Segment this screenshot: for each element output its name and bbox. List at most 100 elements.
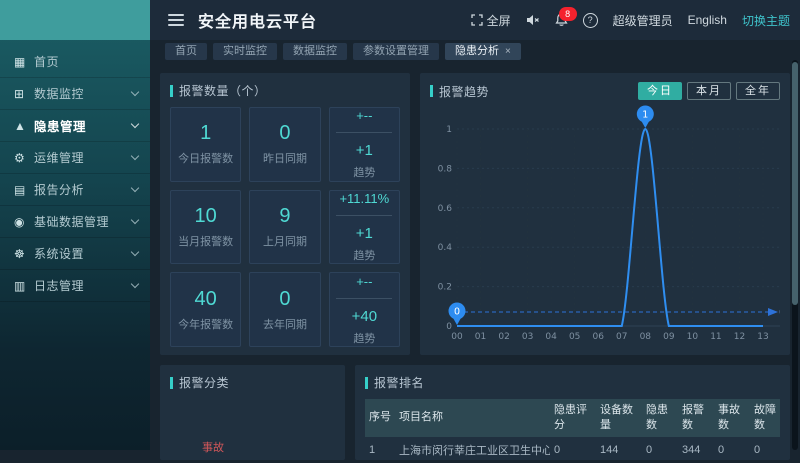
sidebar-menu: ▦ 首页 ⊞ 数据监控 ▲ 隐患管理 ⚙ 运维管理 ▤ 报告分析 ◉ 基础数据管… (0, 40, 150, 302)
help-button[interactable]: ? (583, 13, 598, 28)
sidebar-item-label: 基础数据管理 (34, 213, 132, 230)
alarm-trend-line-chart[interactable]: 00.20.40.60.8100010203040506070809101112… (430, 104, 780, 344)
stat-value: 40 (195, 288, 217, 311)
col-header-accident-count: 事故数 (714, 399, 750, 437)
panel-title: 报警趋势 (430, 83, 489, 100)
settings-icon: ☸ (14, 247, 34, 261)
range-button-month[interactable]: 本月 (687, 82, 731, 100)
theme-switch-link[interactable]: 切换主题 (742, 12, 790, 29)
sidebar-item-system-settings[interactable]: ☸ 系统设置 (0, 238, 150, 270)
menu-collapse-icon[interactable] (168, 14, 184, 26)
svg-text:1: 1 (642, 110, 648, 121)
svg-text:0.2: 0.2 (438, 283, 452, 293)
scrollbar-thumb[interactable] (792, 62, 798, 305)
panel-title: 报警分类 (170, 374, 335, 391)
tab-realtime-monitor[interactable]: 实时监控 (213, 43, 277, 60)
stat-label: 趋势 (353, 247, 375, 263)
panel-title-text: 报警分类 (179, 374, 229, 391)
chevron-down-icon (131, 184, 139, 192)
tab-home[interactable]: 首页 (165, 43, 207, 60)
tab-hidden-danger-analysis[interactable]: 隐患分析× (445, 43, 521, 60)
tab-bar: 首页 实时监控 数据监控 参数设置管理 隐患分析× (150, 40, 800, 62)
stat-label: 趋势 (353, 330, 375, 346)
chevron-down-icon (131, 120, 139, 128)
stat-label: 趋势 (353, 164, 375, 180)
sidebar-item-ops-manage[interactable]: ⚙ 运维管理 (0, 142, 150, 174)
col-header-project-name: 项目名称 (395, 399, 550, 437)
trend-top-value: +-- (356, 274, 372, 289)
col-header-fault-count: 故障数 (750, 399, 780, 437)
svg-text:06: 06 (593, 332, 605, 342)
scrollbar-track[interactable] (792, 60, 798, 450)
sidebar-item-log-manage[interactable]: ▥ 日志管理 (0, 270, 150, 302)
range-button-today[interactable]: 今日 (638, 82, 682, 100)
stat-label: 上月同期 (263, 233, 307, 249)
top-header: 安全用电云平台 全屏 8 ? (150, 0, 800, 40)
sidebar-item-base-data[interactable]: ◉ 基础数据管理 (0, 206, 150, 238)
language-switch[interactable]: English (688, 13, 727, 27)
trend-top-value: +-- (356, 108, 372, 123)
alarm-rank-table: 序号 项目名称 隐患评分 设备数量 隐患数 报警数 事故数 故障数 1 上海市闵… (365, 399, 780, 463)
stat-label: 当月报警数 (178, 233, 233, 249)
stat-card-month-trend: +11.11% +1 趋势 (329, 190, 400, 265)
notifications-button[interactable]: 8 (555, 13, 568, 27)
sidebar-item-report-analysis[interactable]: ▤ 报告分析 (0, 174, 150, 206)
sidebar-item-data-monitor[interactable]: ⊞ 数据监控 (0, 78, 150, 110)
stat-card-year-trend: +-- +40 趋势 (329, 272, 400, 347)
chevron-down-icon (131, 248, 139, 256)
user-menu[interactable]: 超级管理员 (613, 12, 673, 29)
pie-label-accident: 事故 (202, 439, 224, 455)
col-header-alarm-count: 报警数 (678, 399, 714, 437)
range-button-year[interactable]: 全年 (736, 82, 780, 100)
alarm-trend-panel: 报警趋势 今日 本月 全年 00.20.40.60.81000102030405… (420, 73, 790, 355)
svg-text:00: 00 (451, 332, 463, 342)
tab-param-settings[interactable]: 参数设置管理 (353, 43, 439, 60)
panel-title: 报警数量（个） (170, 82, 400, 99)
stat-label: 去年同期 (263, 316, 307, 332)
stat-value: 9 (279, 205, 290, 228)
tab-data-monitor[interactable]: 数据监控 (283, 43, 347, 60)
svg-text:11: 11 (710, 332, 721, 342)
sidebar-item-home[interactable]: ▦ 首页 (0, 46, 150, 78)
svg-text:13: 13 (757, 332, 768, 342)
sidebar-item-label: 首页 (34, 53, 138, 70)
stat-label: 今年报警数 (178, 316, 233, 332)
col-header-danger-score: 隐患评分 (550, 399, 596, 437)
home-icon: ▦ (14, 55, 34, 69)
svg-text:04: 04 (545, 332, 557, 342)
stat-value: 0 (279, 288, 290, 311)
range-button-group: 今日 本月 全年 (638, 82, 780, 100)
tab-label: 实时监控 (223, 45, 267, 57)
divider (336, 298, 392, 299)
panel-title-text: 报警趋势 (439, 83, 489, 100)
language-label: English (688, 13, 727, 27)
speaker-muted-icon (526, 14, 540, 26)
tab-label: 首页 (175, 45, 197, 57)
chevron-down-icon (131, 280, 139, 288)
question-icon: ? (583, 13, 598, 28)
tab-label: 参数设置管理 (363, 45, 429, 57)
close-icon[interactable]: × (505, 46, 511, 57)
trend-bottom-value: +1 (356, 225, 373, 242)
stat-card-year: 40 今年报警数 (170, 272, 241, 347)
warning-triangle-icon: ▲ (14, 119, 34, 133)
svg-text:12: 12 (734, 332, 745, 342)
mute-button[interactable] (526, 14, 540, 26)
svg-text:03: 03 (522, 332, 533, 342)
panel-title: 报警排名 (365, 374, 780, 391)
sidebar-item-label: 运维管理 (34, 149, 132, 166)
fullscreen-button[interactable]: 全屏 (471, 12, 511, 29)
username-label: 超级管理员 (613, 12, 673, 29)
svg-text:0: 0 (779, 308, 780, 318)
stat-value: 0 (279, 122, 290, 145)
col-header-index: 序号 (365, 399, 395, 437)
alarm-category-panel: 报警分类 事故 (160, 365, 345, 460)
chevron-down-icon (131, 152, 139, 160)
fullscreen-icon (471, 14, 483, 26)
svg-text:0: 0 (446, 322, 452, 332)
col-header-device-count: 设备数量 (596, 399, 642, 437)
svg-text:09: 09 (663, 332, 675, 342)
sidebar-item-hidden-danger[interactable]: ▲ 隐患管理 (0, 110, 150, 142)
svg-text:0.8: 0.8 (438, 164, 453, 174)
svg-text:05: 05 (569, 332, 580, 342)
